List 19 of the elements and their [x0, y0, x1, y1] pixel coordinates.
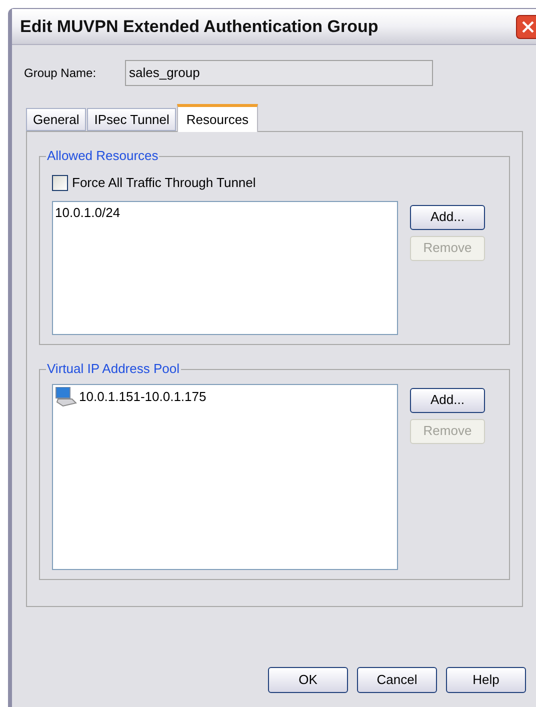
list-item[interactable]: 10.0.1.151-10.0.1.175	[79, 388, 206, 406]
close-button[interactable]	[516, 14, 536, 38]
computer-icon	[55, 386, 77, 406]
tab[interactable]: IPsec Tunnel	[87, 108, 176, 131]
checkbox-label: Force All Traffic Through Tunnel	[72, 174, 256, 192]
window-title: Edit MUVPN Extended Authentication Group	[20, 16, 378, 38]
dialog-button[interactable]: Cancel	[357, 667, 437, 693]
field-label: Group Name:	[24, 65, 98, 82]
dialog-button[interactable]: Help	[446, 667, 526, 693]
checkbox[interactable]	[52, 174, 68, 191]
tab[interactable]: Resources	[177, 104, 258, 132]
group-name-field[interactable]: sales_group	[125, 60, 433, 86]
dialog-button[interactable]: OK	[268, 667, 348, 693]
button[interactable]: Add...	[410, 204, 485, 230]
button[interactable]: Add...	[410, 388, 485, 412]
list-item[interactable]: 10.0.1.0/24	[55, 204, 120, 222]
tab[interactable]: General	[26, 108, 86, 131]
close-icon	[521, 20, 535, 34]
section-title: Virtual IP Address Pool	[46, 360, 180, 376]
